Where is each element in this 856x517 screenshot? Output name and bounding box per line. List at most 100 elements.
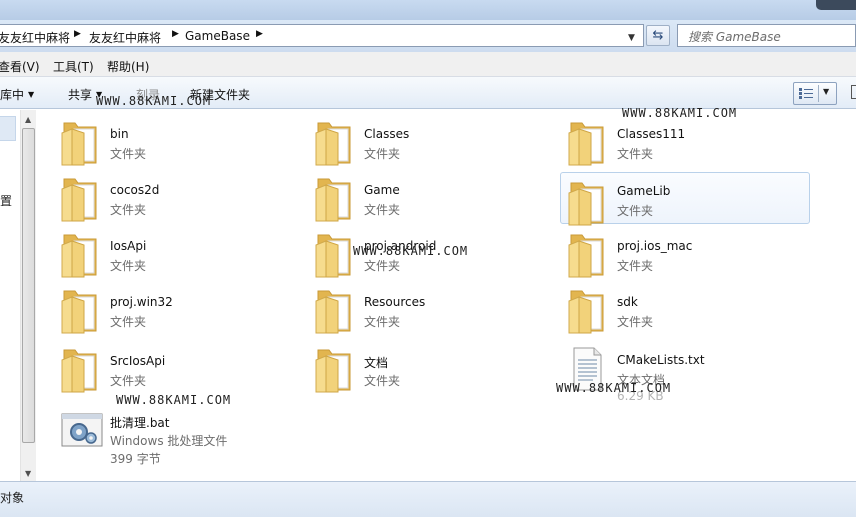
watermark: WWW.88KAMI.COM — [622, 106, 738, 120]
preview-pane-icon[interactable] — [851, 85, 856, 99]
file-item-proj-win32[interactable]: proj.win32 文件夹 — [54, 281, 304, 335]
view-details-icon — [799, 88, 813, 99]
watermark: WWW.88KAMI.COM — [353, 244, 469, 258]
file-name: proj.ios_mac — [617, 239, 693, 253]
file-item-gamelib[interactable]: GameLib 文件夹 — [560, 172, 810, 227]
folder-icon — [60, 287, 100, 335]
file-name: Game — [364, 183, 400, 197]
breadcrumb-item[interactable]: GameBase — [185, 29, 250, 43]
batch-file-icon — [60, 410, 103, 458]
folder-icon — [567, 119, 607, 167]
file-name: proj.win32 — [110, 295, 173, 309]
file-type: 文件夹 — [617, 315, 654, 329]
file-name: IosApi — [110, 239, 147, 253]
nav-item-label[interactable]: 置 — [0, 192, 12, 209]
menu-tools[interactable]: 工具(T) — [53, 58, 94, 75]
watermark: WWW.88KAMI.COM — [96, 94, 212, 108]
folder-icon — [314, 175, 354, 223]
status-text: 对象 — [0, 491, 25, 505]
chevron-down-icon[interactable]: ▼ — [823, 87, 829, 96]
file-type: 文件夹 — [110, 374, 147, 388]
file-type: 文件夹 — [364, 259, 401, 273]
scroll-up-icon[interactable]: ▲ — [25, 115, 31, 124]
refresh-button[interactable]: ⇆ — [646, 25, 670, 46]
file-name: CMakeLists.txt — [617, 353, 705, 367]
folder-icon — [567, 179, 607, 227]
folder-icon — [314, 119, 354, 167]
refresh-icon: ⇆ — [652, 28, 664, 43]
file-name: bin — [110, 127, 129, 141]
file-type: 文件夹 — [364, 315, 401, 329]
address-history-dropdown-icon[interactable]: ▼ — [628, 33, 635, 43]
search-placeholder: 搜索 GameBase — [688, 30, 781, 44]
file-type: 文件夹 — [110, 203, 147, 217]
file-item-bin[interactable]: bin 文件夹 — [54, 113, 304, 167]
file-name: Classes — [364, 127, 410, 141]
breadcrumb-separator-icon[interactable]: ▶ — [74, 29, 81, 39]
file-list: bin 文件夹 Classes 文件夹 Classes111 文件夹 cocos2d 文… — [37, 110, 856, 481]
nav-item-selected[interactable] — [0, 116, 16, 141]
breadcrumb-item[interactable]: 友友红中麻将 — [89, 29, 161, 46]
watermark: WWW.88KAMI.COM — [556, 381, 672, 395]
file-type: 文件夹 — [617, 259, 654, 273]
file-item-proj-ios-mac[interactable]: proj.ios_mac 文件夹 — [561, 225, 811, 279]
file-name: SrcIosApi — [110, 354, 166, 368]
file-name: GameLib — [617, 184, 671, 198]
file-name: sdk — [617, 295, 638, 309]
folder-icon — [60, 119, 100, 167]
file-item-batch-clean[interactable]: 批清理.bat Windows 批处理文件 399 字节 — [54, 400, 304, 470]
search-input[interactable]: 搜索 GameBase — [677, 24, 856, 47]
chevron-down-icon: ▼ — [28, 90, 35, 99]
menu-help[interactable]: 帮助(H) — [107, 58, 149, 75]
file-name: cocos2d — [110, 183, 160, 197]
menu-view[interactable]: 查看(V) — [0, 58, 40, 75]
share-label: 共享 — [68, 88, 93, 102]
file-item-classes[interactable]: Classes 文件夹 — [308, 113, 558, 167]
file-item-sdk[interactable]: sdk 文件夹 — [561, 281, 811, 335]
status-bar: 对象 — [0, 481, 856, 517]
folder-icon — [314, 231, 354, 279]
file-item-resources[interactable]: Resources 文件夹 — [308, 281, 558, 335]
folder-icon — [60, 346, 100, 394]
file-type: Windows 批处理文件 — [110, 434, 228, 448]
window-title-bar — [0, 0, 856, 20]
breadcrumb-separator-icon[interactable]: ▶ — [172, 29, 179, 39]
file-item-classes111[interactable]: Classes111 文件夹 — [561, 113, 811, 167]
file-item-game[interactable]: Game 文件夹 — [308, 169, 558, 223]
folder-icon — [60, 231, 100, 279]
include-in-library-label: 库中 — [0, 88, 25, 102]
file-type: 文件夹 — [364, 203, 401, 217]
file-type: 文件夹 — [617, 204, 654, 218]
folder-icon — [60, 175, 100, 223]
folder-icon — [314, 346, 354, 394]
file-item-docs[interactable]: 文档 文件夹 — [308, 340, 558, 394]
file-type: 文件夹 — [364, 147, 401, 161]
window-controls[interactable] — [816, 0, 856, 10]
scroll-down-icon[interactable]: ▼ — [25, 469, 31, 478]
folder-icon — [567, 287, 607, 335]
file-item-cocos2d[interactable]: cocos2d 文件夹 — [54, 169, 304, 223]
address-bar[interactable]: 友友红中麻将 ▶ 友友红中麻将 ▶ GameBase ▶ ▼ — [0, 24, 644, 47]
file-type: 文件夹 — [110, 147, 147, 161]
file-name: Resources — [364, 295, 426, 309]
file-name: Classes111 — [617, 127, 686, 141]
file-name: 批清理.bat — [110, 416, 170, 430]
change-view-button[interactable]: ▼ — [793, 82, 837, 105]
folder-icon — [567, 231, 607, 279]
menu-bar: 查看(V) 工具(T) 帮助(H) — [0, 52, 856, 77]
file-name: 文档 — [364, 356, 389, 370]
file-type: 文件夹 — [364, 374, 401, 388]
include-in-library-button[interactable]: 库中 ▼ — [0, 86, 34, 103]
file-item-srciosapi[interactable]: SrcIosApi 文件夹 — [54, 340, 304, 394]
nav-scrollbar[interactable]: ▲ ▼ — [20, 110, 36, 481]
watermark: WWW.88KAMI.COM — [116, 393, 232, 407]
breadcrumb-separator-icon[interactable]: ▶ — [256, 29, 263, 39]
file-type: 文件夹 — [110, 259, 147, 273]
breadcrumb-item[interactable]: 友友红中麻将 — [0, 29, 70, 46]
file-item-cmakelists[interactable]: CMakeLists.txt 文本文档 6.29 KB — [561, 339, 811, 405]
file-size: 399 字节 — [110, 452, 161, 466]
scrollbar-thumb[interactable] — [22, 128, 35, 443]
file-type: 文件夹 — [617, 147, 654, 161]
file-item-iosapi[interactable]: IosApi 文件夹 — [54, 225, 304, 279]
folder-icon — [314, 287, 354, 335]
